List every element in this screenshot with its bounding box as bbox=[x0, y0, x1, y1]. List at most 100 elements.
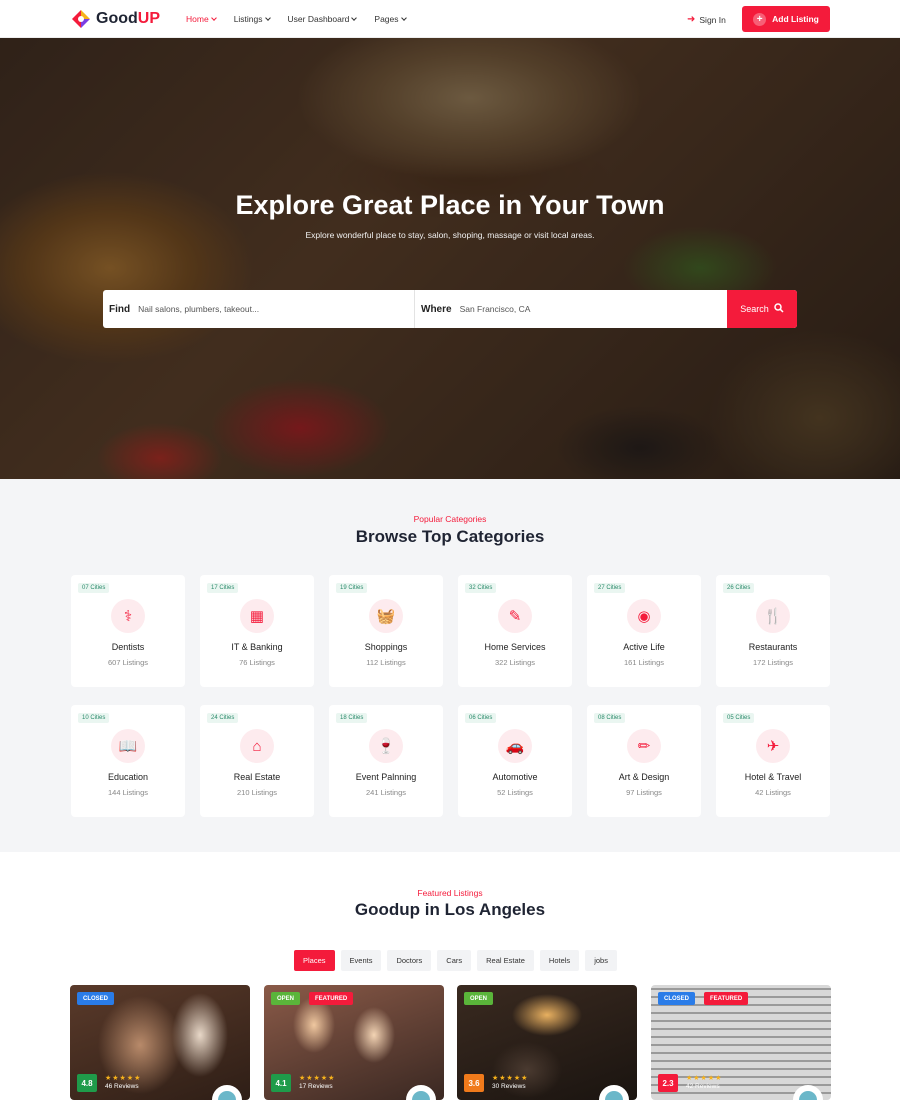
cities-badge: 06 Cities bbox=[465, 713, 497, 723]
cities-badge: 24 Cities bbox=[207, 713, 239, 723]
category-name: IT & Banking bbox=[231, 642, 283, 652]
category-card[interactable]: 06 Cities 🚗 Automotive 52 Listings bbox=[458, 705, 572, 817]
nav-item-home[interactable]: Home bbox=[186, 14, 217, 24]
pencil-ruler-icon: ✏ bbox=[627, 729, 661, 763]
basket-icon: 🧺 bbox=[369, 599, 403, 633]
stethoscope-icon: ⚕ bbox=[111, 599, 145, 633]
reviews-count: 42 Reviews bbox=[686, 1083, 720, 1090]
reviews-count: 46 Reviews bbox=[105, 1083, 139, 1090]
search-button-label: Search bbox=[740, 304, 769, 314]
category-name: Shoppings bbox=[364, 642, 408, 652]
avatar[interactable] bbox=[406, 1085, 436, 1100]
hero-banner: Explore Great Place in Your Town Explore… bbox=[0, 38, 900, 479]
tab-doctors[interactable]: Doctors bbox=[387, 950, 432, 971]
tab-places[interactable]: Places bbox=[294, 950, 335, 971]
stars-icon: ★★★★★ bbox=[299, 1075, 336, 1082]
avatar[interactable] bbox=[599, 1085, 629, 1100]
category-count: 241 Listings bbox=[365, 788, 407, 797]
logo-text: GoodUP bbox=[96, 10, 160, 27]
category-count: 52 Listings bbox=[497, 788, 533, 797]
category-card[interactable]: 07 Cities ⚕ Dentists 607 Listings bbox=[71, 575, 185, 687]
hero-subtitle: Explore wonderful place to stay, salon, … bbox=[305, 230, 595, 240]
cities-badge: 08 Cities bbox=[594, 713, 626, 723]
listing-card[interactable]: CLOSED 4.8 ★★★★★ 46 Reviews bbox=[70, 985, 250, 1100]
nav-item-pages[interactable]: Pages bbox=[374, 14, 407, 24]
where-field[interactable]: Where San Francisco, CA bbox=[415, 290, 727, 328]
status-badge: CLOSED bbox=[77, 992, 115, 1005]
category-card[interactable]: 10 Cities 📖 Education 144 Listings bbox=[71, 705, 185, 817]
reviews-count: 17 Reviews bbox=[299, 1083, 333, 1090]
cities-badge: 26 Cities bbox=[723, 583, 755, 593]
category-card[interactable]: 19 Cities 🧺 Shoppings 112 Listings bbox=[329, 575, 443, 687]
category-count: 42 Listings bbox=[755, 788, 791, 797]
categories-kicker: Popular Categories bbox=[413, 514, 487, 524]
category-card[interactable]: 18 Cities 🍷 Event Palnning 241 Listings bbox=[329, 705, 443, 817]
stars-icon: ★★★★★ bbox=[492, 1075, 529, 1082]
find-label: Find bbox=[109, 303, 131, 315]
categories-title: Browse Top Categories bbox=[355, 527, 545, 546]
rating-badge: 3.6 bbox=[464, 1074, 484, 1092]
category-name: Art & Design bbox=[618, 772, 670, 782]
logo[interactable]: GoodUP bbox=[70, 8, 160, 30]
cities-badge: 18 Cities bbox=[336, 713, 368, 723]
find-input[interactable]: Nail salons, plumbers, takeout... bbox=[138, 304, 259, 314]
nav-item-user-dashboard[interactable]: User Dashboard bbox=[288, 14, 358, 24]
tool-icon: ✎ bbox=[498, 599, 532, 633]
category-card[interactable]: 05 Cities ✈ Hotel & Travel 42 Listings bbox=[716, 705, 830, 817]
featured-badge: FEATURED bbox=[309, 992, 354, 1005]
tab-real-estate[interactable]: Real Estate bbox=[477, 950, 534, 971]
featured-tabs: Places Events Doctors Cars Real Estate Hotels… bbox=[294, 950, 617, 971]
glass-icon: 🍷 bbox=[369, 729, 403, 763]
avatar[interactable] bbox=[212, 1085, 242, 1100]
listing-card[interactable]: OPEN 3.6 ★★★★★ 30 Reviews bbox=[457, 985, 637, 1100]
category-count: 161 Listings bbox=[623, 658, 665, 667]
category-count: 322 Listings bbox=[494, 658, 536, 667]
nav-item-listings[interactable]: Listings bbox=[234, 14, 271, 24]
sign-in-label: Sign In bbox=[699, 14, 726, 25]
top-navbar: GoodUP Home Listings User Dashboard Page… bbox=[0, 0, 900, 38]
chevron-down-icon bbox=[351, 14, 358, 21]
reviews-count: 30 Reviews bbox=[492, 1083, 526, 1090]
category-card[interactable]: 24 Cities ⌂ Real Estate 210 Listings bbox=[200, 705, 314, 817]
tab-jobs[interactable]: jobs bbox=[585, 950, 617, 971]
rating-badge: 4.8 bbox=[77, 1074, 97, 1092]
listing-card[interactable]: OPEN FEATURED 4.1 ★★★★★ 17 Reviews bbox=[264, 985, 444, 1100]
book-icon: 📖 bbox=[111, 729, 145, 763]
search-button[interactable]: Search bbox=[727, 290, 797, 328]
hero-title: Explore Great Place in Your Town bbox=[235, 190, 665, 220]
chevron-down-icon bbox=[264, 14, 271, 21]
category-card[interactable]: 17 Cities ▦ IT & Banking 76 Listings bbox=[200, 575, 314, 687]
tab-events[interactable]: Events bbox=[340, 950, 382, 971]
status-badge: CLOSED bbox=[658, 992, 696, 1005]
category-card[interactable]: 27 Cities ◉ Active Life 161 Listings bbox=[587, 575, 701, 687]
status-badge: OPEN bbox=[271, 992, 301, 1005]
category-count: 172 Listings bbox=[752, 658, 794, 667]
category-count: 210 Listings bbox=[236, 788, 278, 797]
category-name: Real Estate bbox=[233, 772, 281, 782]
category-card[interactable]: 26 Cities 🍴 Restaurants 172 Listings bbox=[716, 575, 830, 687]
sign-in-link[interactable]: ➜ Sign In bbox=[687, 14, 726, 25]
category-name: Automotive bbox=[492, 772, 538, 782]
category-card[interactable]: 32 Cities ✎ Home Services 322 Listings bbox=[458, 575, 572, 687]
category-count: 607 Listings bbox=[107, 658, 149, 667]
search-bar: Find Nail salons, plumbers, takeout... W… bbox=[103, 290, 797, 328]
nav-item-label: Pages bbox=[374, 14, 399, 24]
cities-badge: 05 Cities bbox=[723, 713, 755, 723]
category-card[interactable]: 08 Cities ✏ Art & Design 97 Listings bbox=[587, 705, 701, 817]
add-listing-button[interactable]: + Add Listing bbox=[742, 6, 830, 32]
tab-hotels[interactable]: Hotels bbox=[539, 950, 580, 971]
avatar[interactable] bbox=[793, 1085, 823, 1100]
nav-item-label: Home bbox=[186, 14, 209, 24]
tab-cars[interactable]: Cars bbox=[437, 950, 472, 971]
chevron-down-icon bbox=[400, 14, 407, 21]
featured-title: Goodup in Los Angeles bbox=[354, 900, 546, 919]
category-count: 112 Listings bbox=[366, 658, 406, 667]
stars-icon: ★★★★★ bbox=[686, 1075, 723, 1082]
building-icon: ▦ bbox=[240, 599, 274, 633]
cities-badge: 07 Cities bbox=[78, 583, 110, 593]
cities-badge: 32 Cities bbox=[465, 583, 497, 593]
car-icon: 🚗 bbox=[498, 729, 532, 763]
find-field[interactable]: Find Nail salons, plumbers, takeout... bbox=[103, 290, 415, 328]
where-input[interactable]: San Francisco, CA bbox=[460, 304, 531, 314]
listing-card[interactable]: CLOSED FEATURED 2.3 ★★★★★ 42 Reviews bbox=[651, 985, 831, 1100]
